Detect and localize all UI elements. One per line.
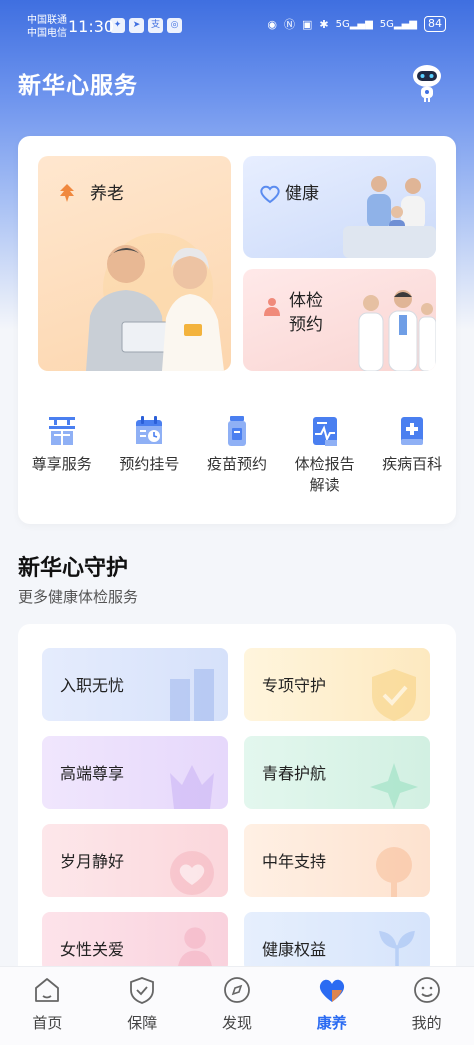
crown-icon: [170, 765, 214, 809]
package-women[interactable]: 女性关爱: [42, 912, 228, 972]
user-face-icon: [413, 977, 440, 1003]
sparkle-star-icon: [370, 763, 418, 809]
package-midlife[interactable]: 中年支持: [244, 824, 430, 897]
guard-section-title: 新华心守护: [18, 556, 129, 581]
plant-icon: [379, 930, 415, 972]
tree-icon: [376, 847, 412, 897]
service-report-label: 体检报告 解读: [294, 455, 355, 494]
elderly-care-icon: [60, 184, 74, 202]
signal-1-icon: 5G▂▄▆: [335, 18, 373, 30]
shield-check-icon: [372, 669, 416, 721]
nav-profile-label: 我的: [411, 1014, 442, 1032]
app-notification-icon: ✦: [110, 18, 125, 33]
package-special[interactable]: 专项守护: [244, 648, 430, 721]
nav-discover[interactable]: 发现: [190, 967, 285, 1045]
carrier-names: 中国联通 中国电信: [27, 14, 67, 40]
package-label: 青春护航: [262, 764, 327, 783]
service-encyclopedia-label: 疾病百科: [382, 455, 443, 473]
elderly-couple-illustration: [86, 233, 224, 371]
service-report[interactable]: 体检报告 解读: [282, 414, 368, 496]
bluetooth-icon: ✱: [319, 17, 329, 31]
bottom-navigation: 首页 保障 发现 康养 我的: [0, 966, 474, 1045]
nav-wellness-label: 康养: [316, 1014, 347, 1032]
package-label: 岁月静好: [60, 852, 125, 871]
health-label: 健康: [285, 184, 319, 204]
heart-hands-icon: [170, 851, 214, 895]
package-onboarding[interactable]: 入职无忧: [42, 648, 228, 721]
signal-2-icon: 5G▂▄▆: [379, 18, 417, 30]
building-icon: [170, 669, 214, 721]
services-card: 养老 健康 体检 预约 尊享服务 预约挂号 疫苗预约 体检报告 解读 疾病百科: [18, 136, 456, 524]
vibrate-icon: ▣: [301, 17, 313, 31]
woman-icon: [177, 927, 213, 972]
guard-section-subtitle: 更多健康体检服务: [18, 588, 139, 606]
elderly-care-tile[interactable]: 养老: [38, 156, 231, 371]
carrier-1: 中国联通: [27, 15, 67, 26]
compass-icon: [224, 977, 250, 1003]
location-icon: ➤: [129, 18, 144, 33]
heart-icon: [319, 979, 344, 1002]
vaccine-icon: [227, 416, 246, 446]
system-status: ◉ Ⓝ ▣ ✱ 5G▂▄▆ 5G▂▄▆ 84: [267, 16, 446, 32]
service-vaccine-label: 疫苗预约: [206, 455, 267, 473]
nav-home-label: 首页: [32, 1014, 63, 1032]
nav-profile[interactable]: 我的: [379, 967, 474, 1045]
service-premium-label: 尊享服务: [31, 455, 92, 473]
checkup-booking-tile[interactable]: 体检 预约: [243, 269, 436, 371]
service-appointment[interactable]: 预约挂号: [106, 414, 192, 496]
family-illustration: [343, 176, 436, 258]
medical-book-icon: [401, 417, 424, 445]
nav-home[interactable]: 首页: [0, 967, 95, 1045]
package-premium[interactable]: 高端尊享: [42, 736, 228, 809]
service-appointment-label: 预约挂号: [119, 455, 180, 473]
elderly-care-label: 养老: [90, 184, 124, 204]
crown-service-icon: [48, 417, 75, 445]
package-label: 高端尊享: [60, 764, 125, 783]
quick-services-row: 尊享服务 预约挂号 疫苗预约 体检报告 解读 疾病百科: [18, 414, 456, 496]
clock: 11:30: [68, 17, 115, 36]
battery-icon: 84: [424, 16, 446, 32]
health-tile[interactable]: 健康: [243, 156, 436, 258]
doctor-icon: [264, 298, 280, 316]
service-premium[interactable]: 尊享服务: [19, 414, 105, 496]
nav-discover-label: 发现: [221, 1014, 252, 1032]
app-notification-icon: ◎: [167, 18, 182, 33]
package-senior[interactable]: 岁月静好: [42, 824, 228, 897]
service-vaccine[interactable]: 疫苗预约: [194, 414, 280, 496]
alipay-icon: 支: [148, 18, 163, 33]
page-title: 新华心服务: [18, 73, 138, 99]
package-label: 中年支持: [262, 852, 327, 871]
eye-icon: ◉: [267, 17, 277, 31]
guard-packages-card: 入职无忧 专项守护 高端尊享 青春护航 岁月静好 中年支持 女性关爱 健康权益: [18, 624, 456, 984]
carrier-2: 中国电信: [27, 28, 67, 39]
heart-outline-icon: [260, 185, 280, 204]
doctors-illustration: [358, 290, 436, 371]
package-label: 女性关爱: [60, 940, 125, 959]
checkup-booking-label: 体检 预约: [289, 291, 323, 335]
nav-protection[interactable]: 保障: [95, 967, 190, 1045]
nfc-icon: Ⓝ: [283, 18, 295, 31]
package-health-benefits[interactable]: 健康权益: [244, 912, 430, 972]
home-icon: [35, 978, 60, 1002]
nav-wellness[interactable]: 康养: [284, 967, 379, 1045]
robot-assistant-icon[interactable]: [410, 62, 444, 102]
medical-report-icon: [312, 417, 337, 446]
package-label: 入职无忧: [60, 676, 125, 695]
notification-icons: ✦ ➤ 支 ◎: [110, 18, 182, 33]
package-youth[interactable]: 青春护航: [244, 736, 430, 809]
shield-icon: [130, 977, 155, 1004]
nav-protection-label: 保障: [127, 1014, 158, 1032]
status-bar: 中国联通 中国电信 11:30 ✦ ➤ 支 ◎ ◉ Ⓝ ▣ ✱ 5G▂▄▆ 5G…: [0, 0, 474, 56]
package-label: 专项守护: [262, 676, 327, 695]
package-label: 健康权益: [262, 940, 327, 959]
calendar-icon: [136, 416, 163, 444]
service-encyclopedia[interactable]: 疾病百科: [369, 414, 455, 496]
